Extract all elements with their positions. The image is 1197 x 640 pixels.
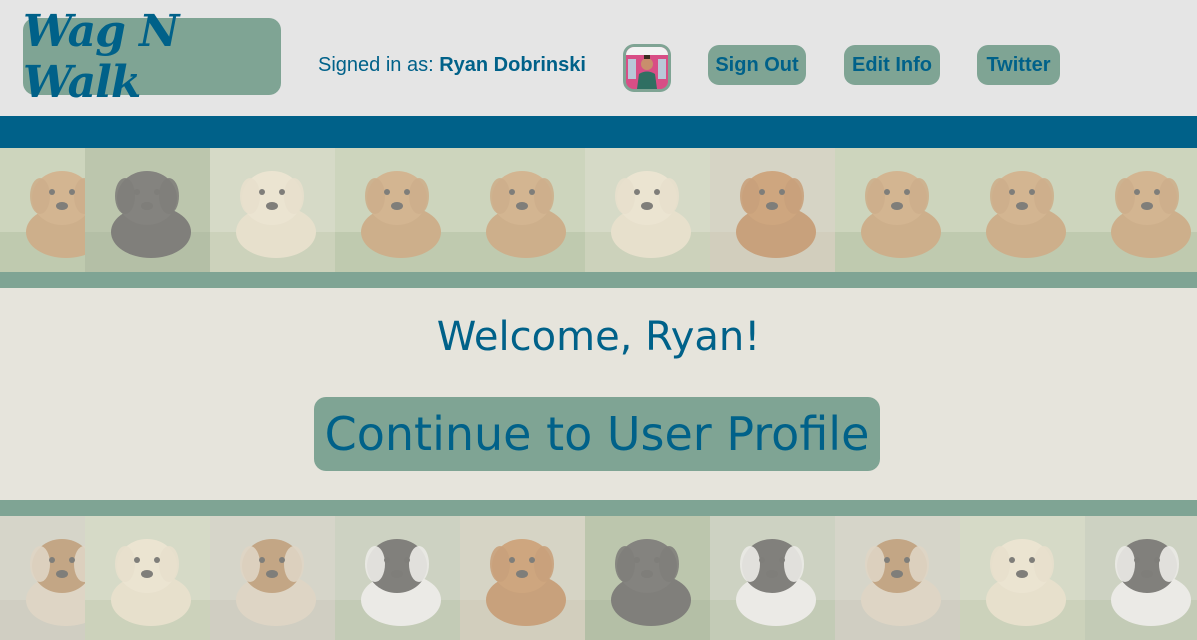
golden-retriever-running-photo: [0, 148, 85, 272]
avatar-photo: [626, 47, 668, 89]
signed-in-label: Signed in as:: [318, 54, 434, 76]
black-lab-photo: [585, 516, 710, 640]
sign-out-button[interactable]: Sign Out: [708, 45, 806, 85]
golden-retriever-running-photo: [960, 148, 1085, 272]
avatar[interactable]: [623, 44, 671, 92]
husky-photo: [335, 516, 460, 640]
divider-bar-bottom: [0, 500, 1197, 516]
golden-retriever-photo: [460, 516, 585, 640]
golden-puppy-photo: [85, 516, 210, 640]
golden-retriever-running-photo: [460, 148, 585, 272]
twitter-button[interactable]: Twitter: [977, 45, 1060, 85]
beagle-photo: [0, 516, 85, 640]
edit-info-button[interactable]: Edit Info: [844, 45, 940, 85]
husky-photo: [710, 516, 835, 640]
beagle-photo: [210, 516, 335, 640]
dog-photo-strip-top: [0, 148, 1197, 272]
golden-puppy-photo: [210, 148, 335, 272]
golden-retriever-running-photo: [1085, 148, 1197, 272]
golden-puppy-photo: [585, 148, 710, 272]
top-header: Wag N Walk Signed in as: Ryan Dobrinski …: [0, 0, 1197, 116]
dog-photo-strip-bottom: [0, 516, 1197, 640]
husky-photo: [1085, 516, 1197, 640]
wag-n-walk-logo[interactable]: Wag N Walk: [23, 6, 281, 108]
accent-bar: [0, 116, 1197, 148]
black-lab-photo: [85, 148, 210, 272]
golden-retriever-running-photo: [835, 148, 960, 272]
golden-retriever-photo: [710, 148, 835, 272]
golden-retriever-running-photo: [335, 148, 460, 272]
beagle-photo: [835, 516, 960, 640]
golden-puppy-photo: [960, 516, 1085, 640]
user-name: Ryan Dobrinski: [439, 54, 586, 76]
welcome-heading: Welcome, Ryan!: [436, 314, 761, 360]
divider-bar-top: [0, 272, 1197, 288]
continue-to-profile-button[interactable]: Continue to User Profile: [314, 397, 880, 471]
signed-in-status: Signed in as: Ryan Dobrinski: [318, 54, 586, 77]
